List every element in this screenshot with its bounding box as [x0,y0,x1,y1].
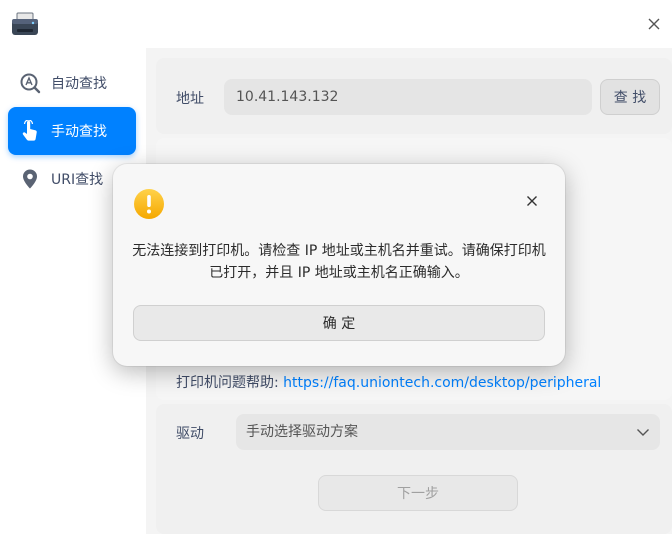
close-icon [527,196,537,206]
sidebar-item-auto-search[interactable]: 自动查找 [8,59,136,107]
connection-error-dialog: 无法连接到打印机。请检查 IP 地址或主机名并重试。请确保打印机已打开，并且 I… [113,164,565,366]
address-input[interactable]: 10.41.143.132 [224,79,592,115]
search-button[interactable]: 查 找 [600,79,660,115]
chevron-down-icon [637,429,649,436]
dialog-close-button[interactable] [523,192,541,210]
driver-selected-value: 手动选择驱动方案 [246,424,358,440]
window-close-button[interactable] [642,12,666,36]
location-pin-icon [19,168,41,190]
sidebar-item-label: 手动查找 [51,124,107,140]
help-link[interactable]: https://faq.uniontech.com/desktop/periph… [283,375,601,391]
confirm-button[interactable]: 确 定 [133,305,545,341]
close-icon [648,18,660,30]
pointer-hand-icon [19,120,41,142]
address-label: 地址 [176,91,204,107]
sidebar-item-manual-search[interactable]: 手动查找 [8,107,136,155]
driver-select[interactable]: 手动选择驱动方案 [236,414,660,450]
printer-app-icon [11,12,39,38]
add-printer-window: 自动查找 手动查找 URI查找 地址 10.41.143.132 查 找 打印机… [0,0,672,534]
warning-icon [133,188,165,220]
next-step-button[interactable]: 下一步 [318,475,518,511]
sidebar-item-label: 自动查找 [51,76,107,92]
dialog-message: 无法连接到打印机。请检查 IP 地址或主机名并重试。请确保打印机已打开，并且 I… [132,243,546,281]
printer-help: 打印机问题帮助: https://faq.uniontech.com/deskt… [176,372,601,392]
search-magnifier-icon [19,72,41,94]
sidebar-item-label: URI查找 [51,172,104,188]
help-prefix: 打印机问题帮助: [176,375,284,391]
titlebar [0,0,672,48]
driver-label: 驱动 [176,426,204,442]
